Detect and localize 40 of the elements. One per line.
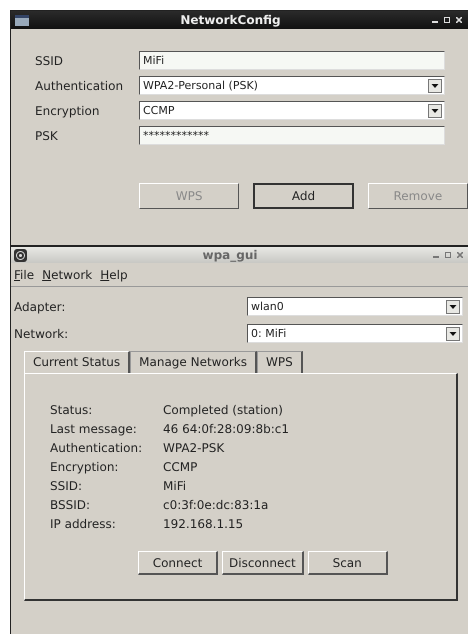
status-label: IP address: bbox=[50, 517, 117, 531]
input-field[interactable]: ************ bbox=[139, 126, 445, 145]
status-label: Status: bbox=[50, 403, 94, 417]
dropdown-field[interactable]: wlan0 bbox=[247, 297, 463, 316]
status-value: 192.168.1.15 bbox=[163, 517, 244, 531]
dropdown-field[interactable]: CCMP bbox=[139, 101, 445, 120]
action-button[interactable]: Scan bbox=[308, 551, 388, 575]
field-label: SSID bbox=[35, 54, 64, 68]
dropdown-field[interactable]: WPA2-Personal (PSK) bbox=[139, 76, 445, 95]
window-title: wpa_gui bbox=[201, 248, 259, 262]
dialog-button[interactable]: Add bbox=[253, 183, 354, 209]
action-button[interactable]: Connect bbox=[138, 551, 218, 575]
status-value: MiFi bbox=[163, 479, 188, 493]
dropdown-field[interactable]: 0: MiFi bbox=[247, 324, 463, 343]
status-value: WPA2-PSK bbox=[163, 441, 226, 455]
status-value: CCMP bbox=[163, 460, 198, 474]
status-value: c0:3f:0e:dc:83:1a bbox=[163, 498, 270, 512]
field-label: Adapter: bbox=[14, 300, 66, 314]
field-label: Encryption bbox=[35, 104, 100, 118]
menu-item[interactable]: Network bbox=[42, 268, 92, 282]
status-label: Last message: bbox=[50, 422, 138, 436]
input-field[interactable]: MiFi bbox=[139, 51, 445, 70]
action-button[interactable]: Disconnect bbox=[222, 551, 304, 575]
status-value: Completed (station) bbox=[163, 403, 284, 417]
tab[interactable]: Manage Networks bbox=[130, 351, 257, 374]
status-value: 46 64:0f:28:09:8b:c1 bbox=[163, 422, 290, 436]
status-label: SSID: bbox=[50, 479, 84, 493]
field-label: PSK bbox=[35, 128, 59, 142]
status-label: Authentication: bbox=[50, 441, 144, 455]
tab[interactable]: Current Status bbox=[24, 351, 130, 374]
field-label: Authentication bbox=[35, 78, 124, 92]
window-icon bbox=[15, 14, 29, 26]
status-label: BSSID: bbox=[50, 498, 92, 512]
menu-item[interactable]: Help bbox=[100, 268, 128, 282]
menu-item[interactable]: File bbox=[14, 268, 34, 282]
window-title: NetworkConfig bbox=[179, 13, 282, 27]
status-label: Encryption: bbox=[50, 460, 120, 474]
field-label: Network: bbox=[14, 326, 70, 340]
tab[interactable]: WPS bbox=[256, 351, 303, 374]
wifi-app-icon bbox=[14, 248, 27, 262]
